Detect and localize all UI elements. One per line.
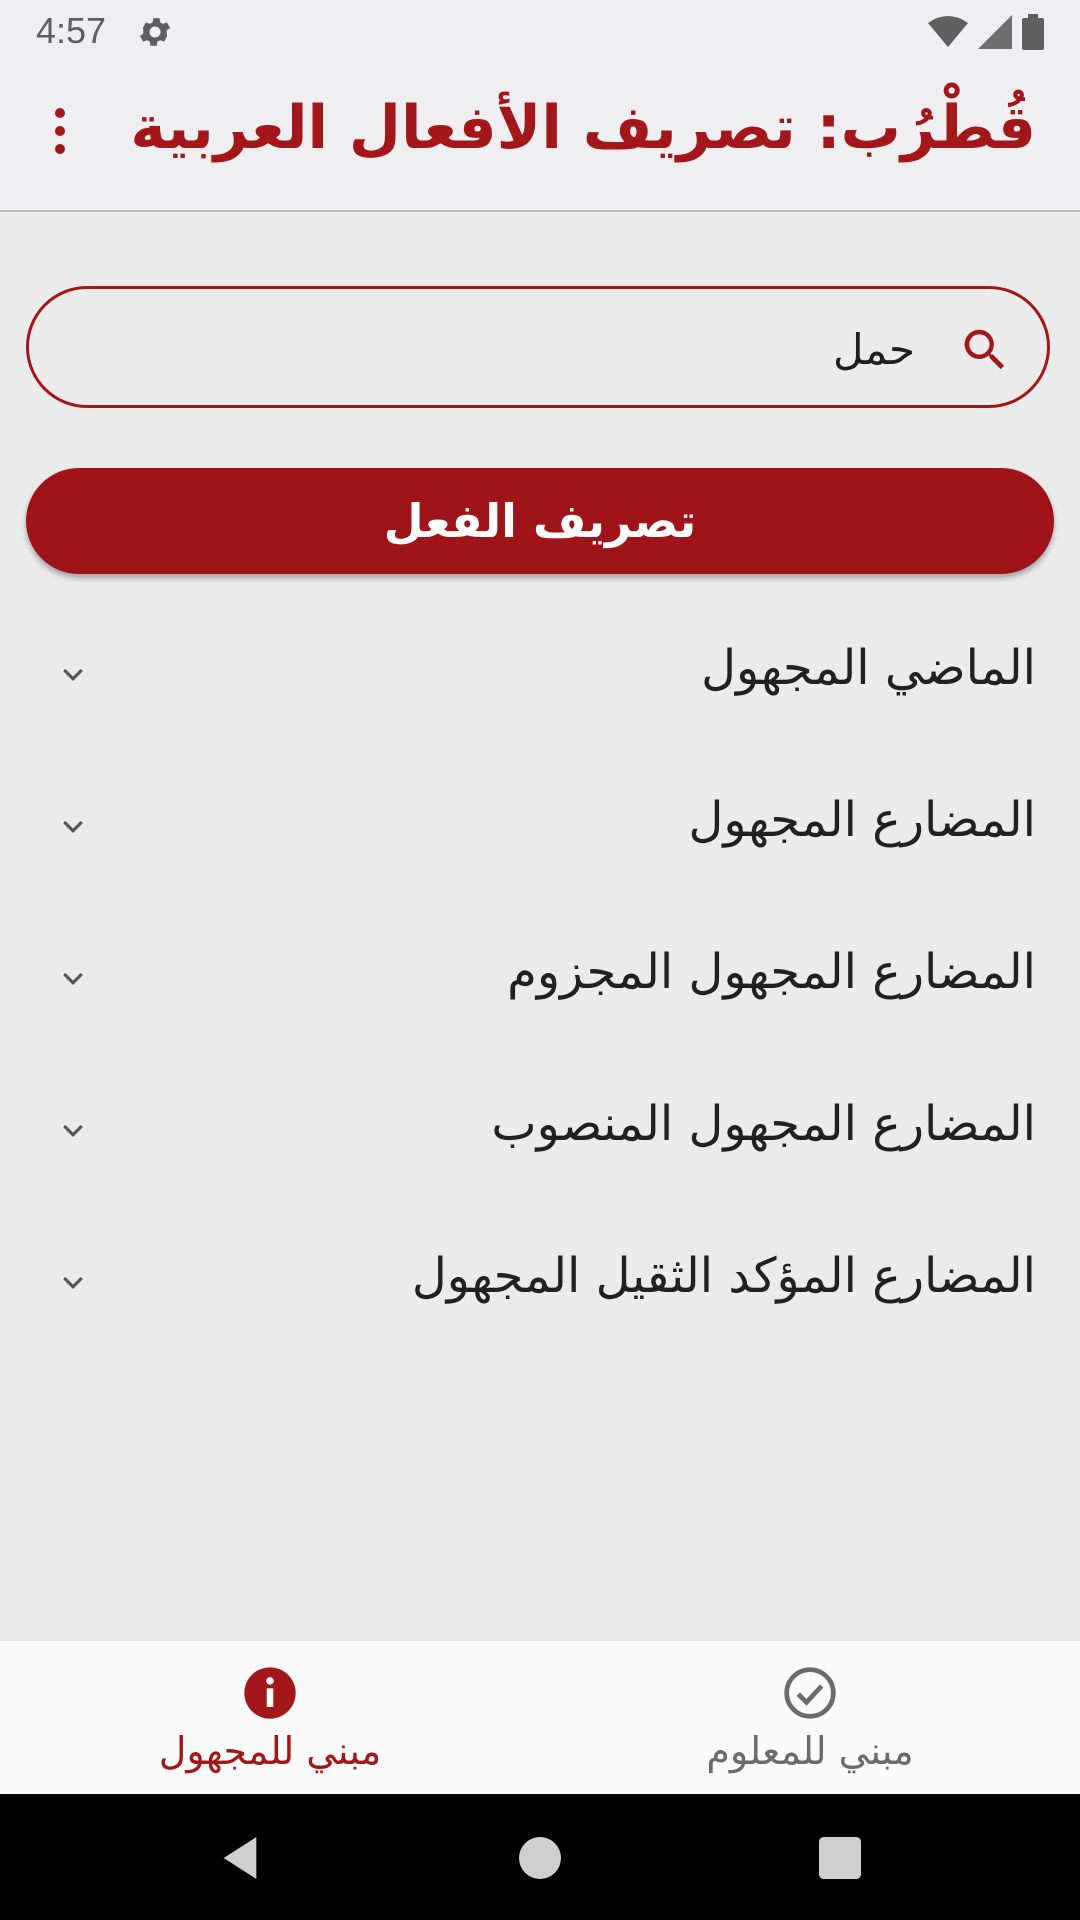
tense-label: المضارع المؤكد الثقيل المجهول: [411, 1248, 1036, 1304]
chevron-down-icon[interactable]: [55, 964, 91, 994]
status-time: 4:57: [36, 10, 107, 51]
back-icon[interactable]: [212, 1830, 268, 1886]
more-vertical-icon[interactable]: [50, 108, 70, 164]
chevron-down-icon[interactable]: [55, 660, 91, 690]
search-input[interactable]: [93, 313, 917, 385]
system-nav-bar: [0, 1794, 1080, 1920]
signal-icon: [978, 15, 1012, 49]
status-icons: [928, 14, 1044, 50]
tab-active-label: مبني للمعلوم: [706, 1729, 914, 1773]
gear-icon: [139, 18, 171, 46]
tense-item[interactable]: المضارع المجهول المجزوم: [0, 914, 1080, 1044]
tab-passive[interactable]: مبني للمجهول: [0, 1641, 540, 1795]
tense-item[interactable]: الماضي المجهول: [0, 610, 1080, 740]
chevron-down-icon[interactable]: [55, 1268, 91, 1298]
chevron-down-icon[interactable]: [55, 812, 91, 842]
home-icon[interactable]: [512, 1830, 568, 1886]
search-icon[interactable]: [958, 323, 1012, 377]
tense-item[interactable]: المضارع المجهول: [0, 762, 1080, 892]
conjugate-button[interactable]: تصريف الفعل: [26, 468, 1054, 574]
app-bar: قُطْرُب: تصريف الأفعال العربية: [0, 63, 1080, 212]
tab-passive-label: مبني للمجهول: [158, 1729, 382, 1773]
tense-label: المضارع المجهول المجزوم: [507, 944, 1036, 1000]
check-circle-icon: [784, 1667, 836, 1719]
recents-icon[interactable]: [812, 1830, 868, 1886]
wifi-icon: [928, 16, 968, 47]
tense-label: المضارع المجهول: [688, 792, 1036, 848]
tense-item[interactable]: المضارع المؤكد الثقيل المجهول: [0, 1218, 1080, 1348]
status-bar: 4:57: [0, 0, 1080, 63]
tab-active[interactable]: مبني للمعلوم: [540, 1641, 1080, 1795]
battery-icon: [1022, 14, 1044, 50]
tense-label: الماضي المجهول: [701, 640, 1036, 696]
tense-item[interactable]: المضارع المجهول المنصوب: [0, 1066, 1080, 1196]
search-box[interactable]: [26, 286, 1050, 408]
tense-label: المضارع المجهول المنصوب: [491, 1096, 1036, 1152]
chevron-down-icon[interactable]: [55, 1116, 91, 1146]
info-icon: [244, 1667, 296, 1719]
bottom-nav: مبني للمجهول مبني للمعلوم: [0, 1640, 1080, 1795]
app-title: قُطْرُب: تصريف الأفعال العربية: [130, 93, 1036, 163]
